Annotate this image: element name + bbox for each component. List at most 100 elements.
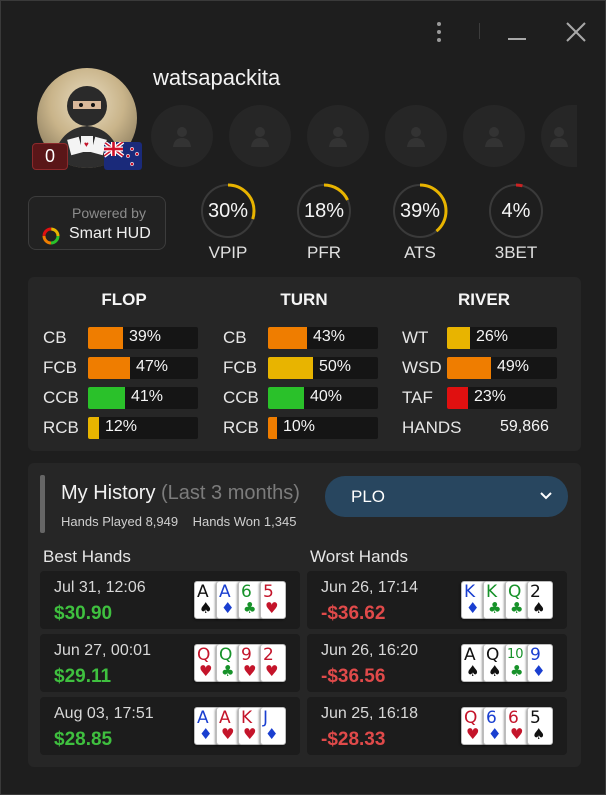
hand-datetime: Jun 26, 16:20 bbox=[321, 642, 418, 659]
worst-hand-row[interactable]: Jun 26, 16:20 -$36.56 A ♠ Q ♠ 10 ♣ 9 ♦ bbox=[307, 634, 567, 692]
stat-pct: 23% bbox=[474, 388, 507, 405]
card-suit-icon: ♣ bbox=[510, 662, 524, 680]
turn-stat-row-cb[interactable]: CB 43% bbox=[223, 327, 383, 349]
hand-cards: K ♦ K ♣ Q ♣ 2 ♠ bbox=[461, 581, 557, 621]
hands-played-value: 8,949 bbox=[145, 514, 179, 529]
empty-seat-icon bbox=[407, 127, 425, 147]
worst-hand-row[interactable]: Jun 26, 17:14 -$36.62 K ♦ K ♣ Q ♣ 2 ♠ bbox=[307, 571, 567, 629]
empty-seat[interactable] bbox=[463, 105, 525, 167]
turn-stat-row-ccb[interactable]: CCB 40% bbox=[223, 387, 383, 409]
gauge-value: 30% bbox=[207, 199, 249, 222]
flop-stat-row-ccb[interactable]: CCB 41% bbox=[43, 387, 203, 409]
hand-datetime: Jul 31, 12:06 bbox=[54, 579, 146, 596]
hand-amount: -$28.33 bbox=[321, 729, 386, 750]
card-suit-icon: ♥ bbox=[466, 725, 480, 743]
empty-seat[interactable] bbox=[151, 105, 213, 167]
card-suit-icon: ♣ bbox=[488, 599, 502, 617]
river-stat-row-wt[interactable]: WT 26% bbox=[402, 327, 562, 349]
hands-won-label: Hands Won bbox=[192, 514, 261, 529]
stat-bar-fill bbox=[447, 387, 468, 409]
stat-pct: 50% bbox=[319, 358, 352, 375]
new-zealand-flag-icon bbox=[104, 142, 142, 170]
best-hand-row[interactable]: Aug 03, 17:51 $28.85 A ♦ A ♥ K ♥ J ♦ bbox=[40, 697, 300, 755]
turn-header: TURN bbox=[280, 290, 328, 309]
hand-cards: A ♦ A ♥ K ♥ J ♦ bbox=[194, 707, 290, 747]
flop-header: FLOP bbox=[101, 290, 147, 309]
smart-hud-label: Smart HUD bbox=[69, 225, 151, 242]
empty-seat-icon bbox=[550, 127, 568, 147]
turn-stat-row-rcb[interactable]: RCB 10% bbox=[223, 417, 383, 439]
stat-gauge-pfr[interactable]: 18% PFR bbox=[296, 183, 356, 262]
empty-seat-icon bbox=[251, 127, 269, 147]
empty-seat-icon bbox=[173, 127, 191, 147]
stat-bar-fill bbox=[88, 327, 123, 349]
history-meta: Hands Played 8,949 Hands Won 1,345 bbox=[61, 514, 296, 529]
hand-amount: -$36.62 bbox=[321, 603, 386, 624]
hands-played-label: Hands Played bbox=[61, 514, 142, 529]
hand-amount: $29.11 bbox=[54, 666, 112, 687]
close-button[interactable] bbox=[559, 15, 593, 49]
worst-hand-row[interactable]: Jun 25, 16:18 -$28.33 Q ♥ 6 ♦ 6 ♥ 5 ♠ bbox=[307, 697, 567, 755]
card-suit-icon: ♠ bbox=[466, 662, 480, 680]
stat-pct: 49% bbox=[497, 358, 530, 375]
hand-cards: Q ♥ 6 ♦ 6 ♥ 5 ♠ bbox=[461, 707, 557, 747]
history-subtitle: (Last 3 months) bbox=[161, 482, 300, 504]
hand-amount: $30.90 bbox=[54, 603, 113, 624]
game-type-dropdown[interactable]: PLO bbox=[325, 476, 568, 517]
hand-cards: A ♠ Q ♠ 10 ♣ 9 ♦ bbox=[461, 644, 557, 684]
card-suit-icon: ♦ bbox=[265, 725, 279, 743]
stat-gauge-3bet[interactable]: 4% 3BET bbox=[488, 183, 548, 262]
empty-seat[interactable] bbox=[307, 105, 369, 167]
river-stat-row-taf[interactable]: TAF 23% bbox=[402, 387, 562, 409]
flop-stat-row-rcb[interactable]: RCB 12% bbox=[43, 417, 203, 439]
hands-value: 59,866 bbox=[500, 418, 549, 435]
empty-seat[interactable] bbox=[385, 105, 447, 167]
svg-text:♥: ♥ bbox=[84, 140, 89, 149]
stat-gauge-ats[interactable]: 39% ATS bbox=[392, 183, 452, 262]
chevron-down-icon bbox=[540, 492, 552, 500]
card-suit-icon: ♦ bbox=[466, 599, 480, 617]
worst-hands-header: Worst Hands bbox=[310, 547, 408, 566]
stat-key: TAF bbox=[402, 388, 433, 407]
card-suit-icon: ♥ bbox=[243, 725, 257, 743]
card-suit-icon: ♥ bbox=[265, 599, 279, 617]
hand-amount: -$36.56 bbox=[321, 666, 386, 687]
card-suit-icon: ♣ bbox=[510, 599, 524, 617]
stat-bar-fill bbox=[268, 387, 304, 409]
card-suit-icon: ♣ bbox=[221, 662, 235, 680]
best-hand-row[interactable]: Jun 27, 00:01 $29.11 Q ♥ Q ♣ 9 ♥ 2 ♥ bbox=[40, 634, 300, 692]
river-stat-row-wsd[interactable]: WSD 49% bbox=[402, 357, 562, 379]
card-suit-icon: ♥ bbox=[221, 725, 235, 743]
stat-pct: 12% bbox=[105, 418, 138, 435]
player-username: watsapackita bbox=[153, 65, 281, 90]
card-suit-icon: ♦ bbox=[488, 725, 502, 743]
gauge-label: VPIP bbox=[208, 243, 248, 262]
empty-seat[interactable] bbox=[229, 105, 291, 167]
stat-bar-fill bbox=[268, 327, 307, 349]
card-suit-icon: ♥ bbox=[510, 725, 524, 743]
flop-stat-row-cb[interactable]: CB 39% bbox=[43, 327, 203, 349]
hands-won-value: 1,345 bbox=[263, 514, 297, 529]
stat-bar-fill bbox=[88, 417, 99, 439]
street-stats-panel: FLOP TURN RIVER CB 39% FCB 47% CCB 41% RCB 12% C… bbox=[28, 277, 581, 451]
minimize-button[interactable] bbox=[501, 15, 533, 49]
hands-total-row: HANDS 59,866 bbox=[402, 417, 572, 439]
empty-seat[interactable] bbox=[541, 105, 577, 167]
playing-card: 5 ♠ bbox=[527, 707, 553, 745]
stat-key: FCB bbox=[43, 358, 77, 377]
hand-cards: Q ♥ Q ♣ 9 ♥ 2 ♥ bbox=[194, 644, 290, 684]
best-hand-row[interactable]: Jul 31, 12:06 $30.90 A ♠ A ♦ 6 ♣ 5 ♥ bbox=[40, 571, 300, 629]
playing-card: 2 ♥ bbox=[260, 644, 286, 682]
turn-stat-row-fcb[interactable]: FCB 50% bbox=[223, 357, 383, 379]
card-suit-icon: ♥ bbox=[199, 662, 213, 680]
flop-stat-row-fcb[interactable]: FCB 47% bbox=[43, 357, 203, 379]
powered-by-box: Powered by Smart HUD bbox=[28, 196, 166, 250]
playing-card: 9 ♦ bbox=[527, 644, 553, 682]
hand-amount: $28.85 bbox=[54, 729, 113, 750]
game-type-value: PLO bbox=[351, 487, 386, 506]
card-suit-icon: ♦ bbox=[532, 662, 546, 680]
stat-gauge-vpip[interactable]: 30% VPIP bbox=[200, 183, 260, 262]
hands-label: HANDS bbox=[402, 418, 462, 437]
more-options-icon[interactable] bbox=[429, 15, 449, 49]
stat-key: WSD bbox=[402, 358, 442, 377]
